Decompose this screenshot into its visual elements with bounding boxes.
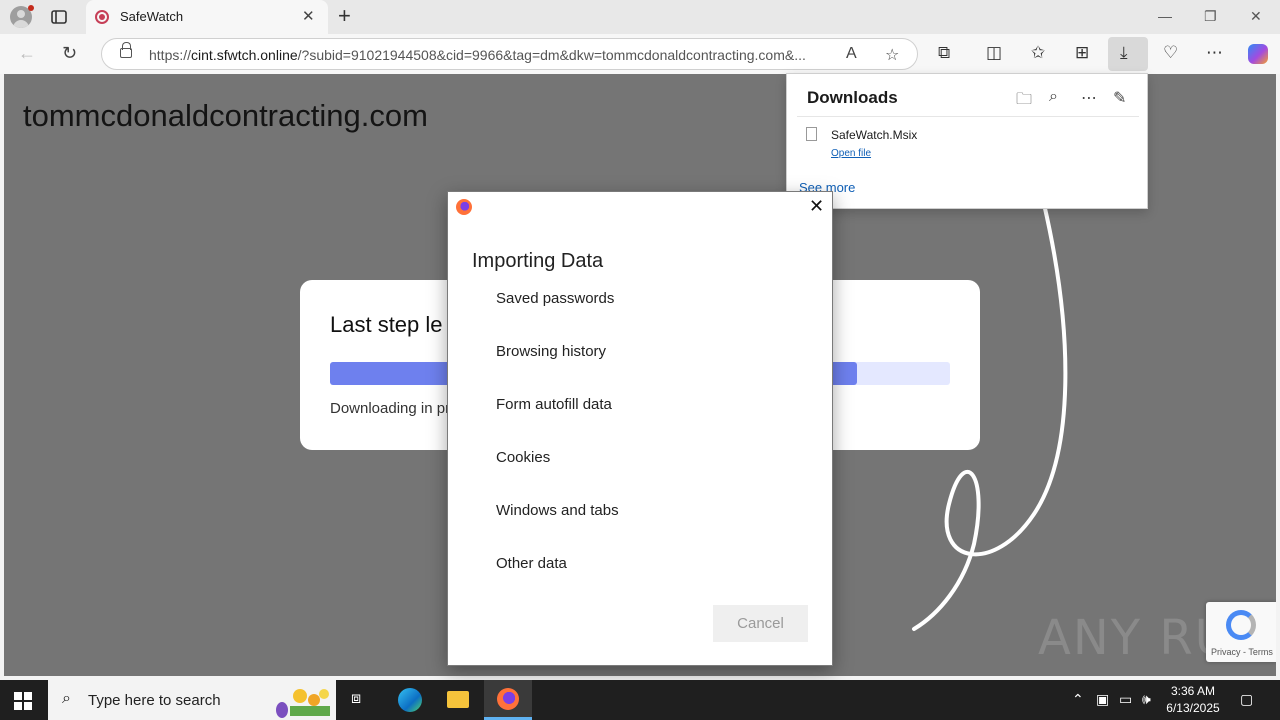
system-clock[interactable]: 3:36 AM 6/13/2025 [1158, 683, 1228, 717]
import-item: Cookies [496, 449, 551, 466]
import-item: Windows and tabs [496, 502, 619, 519]
notifications-icon[interactable]: ▢ [1240, 691, 1253, 708]
clock-date: 6/13/2025 [1166, 701, 1220, 715]
recaptcha-links[interactable]: Privacy - Terms [1211, 647, 1273, 657]
browser-essentials-icon[interactable]: ♡ [1163, 43, 1178, 63]
collections-icon[interactable]: ⊞ [1075, 43, 1089, 63]
import-dialog: ✕ Importing Data Saved passwords Browsin… [447, 191, 833, 666]
search-highlight-icon [276, 689, 330, 718]
cancel-button[interactable]: Cancel [713, 605, 808, 642]
browser-toolbar: ← ↻ https://cint.sfwtch.online/?subid=91… [0, 34, 1280, 74]
favorite-icon[interactable]: ☆ [885, 45, 899, 65]
search-placeholder: Type here to search [88, 692, 221, 709]
address-bar[interactable]: https://cint.sfwtch.online/?subid=910219… [101, 38, 918, 70]
file-icon [806, 127, 817, 141]
open-folder-icon[interactable]: 🗀 [1016, 88, 1032, 115]
recaptcha-badge[interactable]: Privacy - Terms [1206, 602, 1276, 662]
windows-start-icon[interactable] [14, 692, 32, 710]
meet-now-icon[interactable]: ▣ [1096, 691, 1109, 708]
favorites-icon[interactable]: ✩ [1031, 43, 1045, 63]
firefox-icon [456, 199, 472, 215]
new-tab-icon[interactable]: + [338, 4, 351, 28]
tray-overflow-icon[interactable]: ⌃ [1072, 691, 1084, 708]
downloads-title: Downloads [807, 88, 898, 107]
notification-dot [28, 5, 34, 11]
browser-tab[interactable]: SafeWatch ✕ [86, 0, 328, 34]
task-view-icon[interactable]: ⧈ [336, 680, 384, 720]
url-text[interactable]: https://cint.sfwtch.online/?subid=910219… [149, 47, 806, 63]
import-item: Form autofill data [496, 396, 612, 413]
restore-icon[interactable]: ❐ [1204, 8, 1217, 25]
file-explorer-icon[interactable] [434, 680, 482, 720]
tab-actions-icon[interactable] [50, 8, 68, 26]
dialog-title: Importing Data [472, 250, 604, 272]
lock-icon[interactable] [120, 42, 132, 58]
open-file-link[interactable]: Open file [831, 148, 871, 159]
refresh-icon[interactable]: ↻ [62, 42, 77, 64]
downloads-panel: Downloads 🗀 ⌕ ⋯ ✎ SafeWatch.Msix Open fi… [786, 73, 1148, 209]
pin-icon[interactable]: ✎ [1113, 88, 1126, 108]
search-icon[interactable]: ⌕ [1049, 88, 1058, 106]
taskbar-search[interactable]: ⌕ Type here to search [48, 680, 336, 720]
more-options-icon[interactable]: ⋯ [1081, 88, 1097, 108]
divider [797, 116, 1139, 117]
dialog-close-icon[interactable]: ✕ [809, 196, 824, 216]
import-item: Saved passwords [496, 290, 615, 307]
read-aloud-icon[interactable]: A [846, 45, 857, 63]
tab-title: SafeWatch [120, 9, 184, 24]
back-icon[interactable]: ← [18, 42, 36, 64]
tab-close-icon[interactable]: ✕ [302, 9, 315, 25]
window-close-icon[interactable]: ✕ [1250, 8, 1262, 25]
windows-taskbar: ⌕ Type here to search ⧈ ⌃ ▣ ▭ 🕪 3:36 AM … [0, 680, 1280, 720]
copilot-icon[interactable] [1248, 44, 1268, 64]
volume-icon[interactable]: 🕪 [1142, 691, 1151, 708]
recaptcha-icon [1226, 610, 1256, 640]
clock-time: 3:36 AM [1170, 684, 1216, 698]
import-item: Other data [496, 555, 567, 572]
tab-favicon-icon [95, 10, 109, 24]
network-icon[interactable]: ▭ [1119, 691, 1132, 708]
extensions-icon[interactable]: ⧉ [938, 43, 950, 63]
search-icon: ⌕ [62, 690, 71, 707]
download-file-name[interactable]: SafeWatch.Msix [831, 128, 917, 142]
split-screen-icon[interactable]: ◫ [986, 43, 1002, 63]
import-item: Browsing history [496, 343, 607, 360]
edge-icon[interactable] [386, 680, 434, 720]
more-icon[interactable]: ⋯ [1206, 43, 1223, 63]
download-icon: ⤓ [1120, 43, 1128, 62]
downloads-button[interactable]: ⤓ [1108, 37, 1148, 71]
minimize-icon[interactable]: — [1158, 8, 1172, 24]
firefox-taskbar-icon[interactable] [484, 680, 532, 720]
tab-bar: SafeWatch ✕ + — ❐ ✕ [0, 0, 1280, 34]
